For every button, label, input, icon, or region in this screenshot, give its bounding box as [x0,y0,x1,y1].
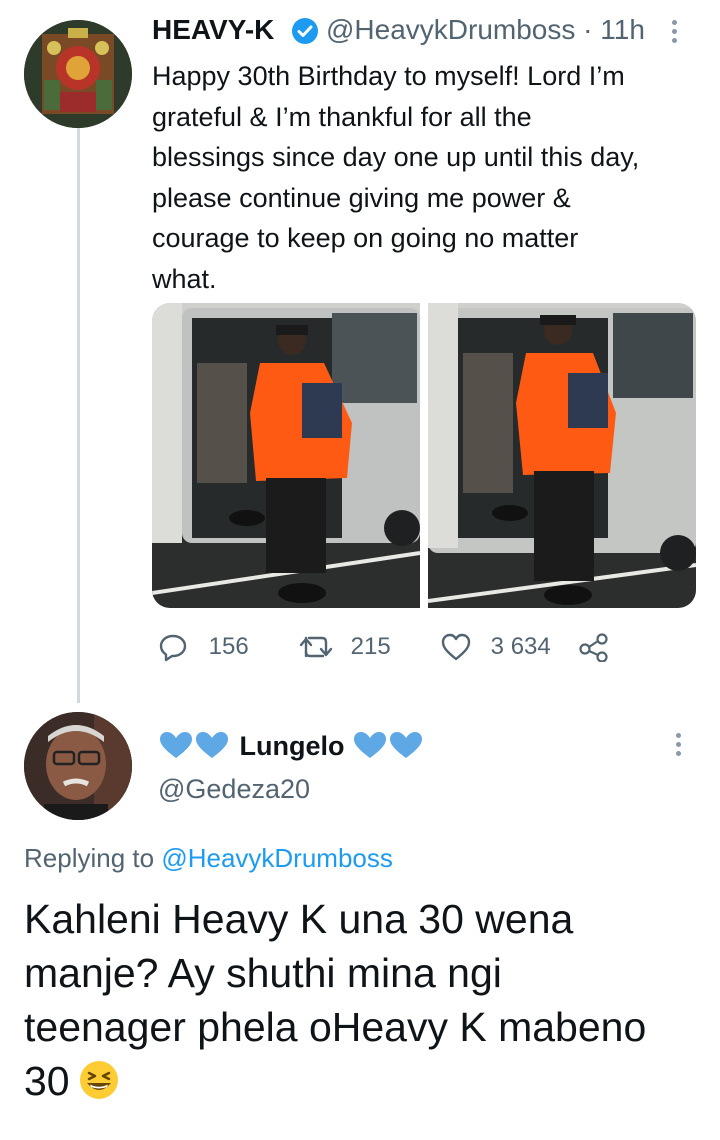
reply-more-options-icon[interactable] [676,733,682,759]
reply-author-display-name[interactable]: Lungelo [158,730,426,762]
like-count: 3 634 [490,633,551,660]
retweet-icon [299,636,333,658]
like-action[interactable]: 3 634 [440,632,551,666]
reply-author-handle[interactable]: @Gedeza20 [158,774,310,805]
tweet-photo-1[interactable] [152,303,420,608]
share-icon [579,633,608,662]
heart-icon [441,633,471,661]
author-avatar[interactable] [24,20,132,128]
more-options-icon[interactable] [672,20,678,46]
verified-badge-icon [292,18,318,44]
retweet-action[interactable]: 215 [298,632,391,666]
retweet-count: 215 [350,633,391,660]
tweet-text: Happy 30th Birthday to myself! Lord I’m … [152,61,640,294]
thread-line [77,128,80,703]
blue-heart-icon [160,732,228,758]
replying-to-line: Replying to @HeavykDrumboss [24,843,393,874]
author-handle-time[interactable]: @HeavykDrumboss · 11h [326,14,645,46]
share-action[interactable] [578,632,610,666]
grinning-squinting-face-icon [79,1061,118,1099]
reply-icon [159,634,187,662]
reply-action[interactable]: 156 [158,632,249,666]
reply-author-name-text: Lungelo [239,731,345,761]
replying-to-label: Replying to [24,843,155,873]
reply-text: Kahleni Heavy K una 30 wena manje? Ay sh… [24,892,704,1108]
reply-count: 156 [208,633,249,660]
tweet-photo-2[interactable] [428,303,696,608]
blue-heart-icon [354,732,423,758]
replying-to-mention[interactable]: @HeavykDrumboss [161,843,393,873]
reply-author-avatar[interactable] [24,712,132,820]
author-display-name[interactable]: HEAVY-K [152,14,274,46]
